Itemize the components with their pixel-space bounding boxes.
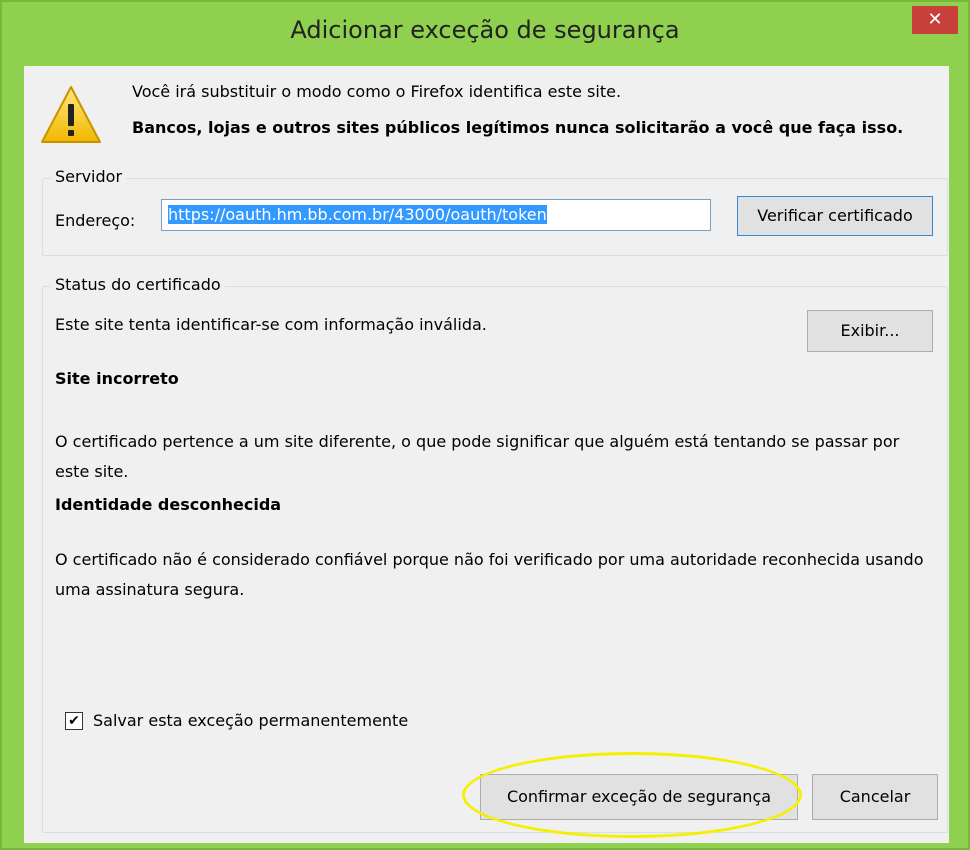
checkmark-icon: ✔ (68, 712, 80, 729)
warning-message: Você irá substituir o modo como o Firefo… (132, 82, 622, 101)
confirm-exception-button[interactable]: Confirmar exceção de segurança (480, 774, 798, 820)
dialog-window: Adicionar exceção de segurança ✕ Você ir… (0, 0, 970, 850)
view-certificate-button[interactable]: Exibir... (807, 310, 933, 352)
save-permanently-row[interactable]: ✔ Salvar esta exceção permanentemente (65, 711, 408, 730)
address-input[interactable]: https://oauth.hm.bb.com.br/43000/oauth/t… (161, 199, 711, 231)
unknown-identity-heading: Identidade desconhecida (55, 495, 282, 514)
cancel-button[interactable]: Cancelar (812, 774, 938, 820)
window-title: Adicionar exceção de segurança (290, 16, 680, 44)
title-bar[interactable]: Adicionar exceção de segurança ✕ (2, 2, 968, 66)
status-group-label: Status do certificado (51, 275, 225, 294)
warning-icon (41, 86, 101, 143)
unknown-identity-text: O certificado não é considerado confiáve… (55, 550, 924, 599)
address-value: https://oauth.hm.bb.com.br/43000/oauth/t… (168, 205, 547, 224)
wrong-site-heading: Site incorreto (55, 369, 179, 388)
certificate-status-group: Status do certificado Este site tenta id… (42, 275, 948, 833)
warning-message-bold: Bancos, lojas e outros sites públicos le… (132, 118, 904, 137)
close-icon: ✕ (927, 9, 943, 30)
verify-certificate-button[interactable]: Verificar certificado (737, 196, 933, 236)
status-summary: Este site tenta identificar-se com infor… (55, 315, 487, 334)
dialog-body: Você irá substituir o modo como o Firefo… (24, 66, 949, 843)
address-label: Endereço: (55, 211, 136, 230)
server-group: Servidor Endereço: https://oauth.hm.bb.c… (42, 167, 948, 256)
save-permanently-checkbox[interactable]: ✔ (65, 711, 83, 730)
save-permanently-label[interactable]: Salvar esta exceção permanentemente (93, 711, 408, 730)
server-group-label: Servidor (51, 167, 127, 186)
close-button[interactable]: ✕ (912, 6, 958, 34)
wrong-site-text: O certificado pertence a um site diferen… (55, 432, 900, 481)
